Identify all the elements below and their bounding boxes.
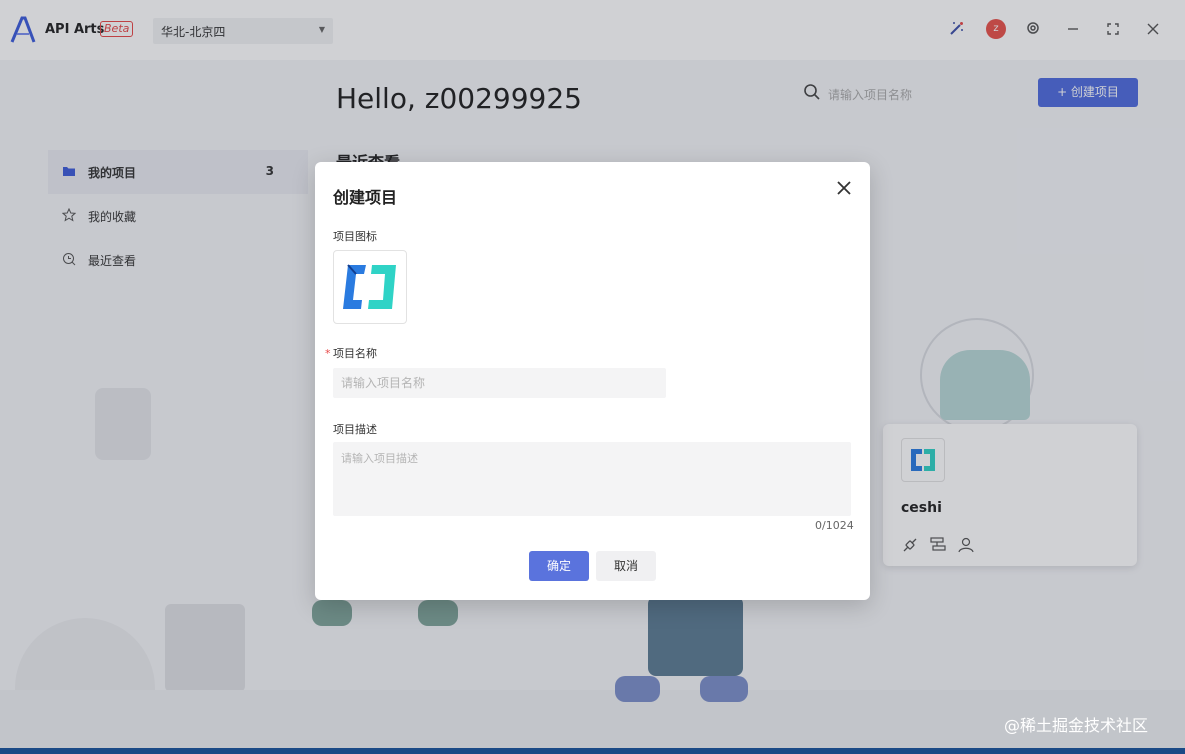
app-window: API Arts Beta 华北-北京四 ▼ z Hello, z0029992…: [0, 0, 1185, 748]
watermark-text: @稀土掘金技术社区: [1004, 716, 1149, 735]
cancel-button[interactable]: 取消: [596, 551, 656, 581]
close-icon[interactable]: [834, 178, 854, 198]
description-field-label: 项目描述: [333, 423, 377, 436]
project-description-input[interactable]: [333, 442, 851, 516]
name-field-label: 项目名称: [333, 347, 377, 360]
project-name-input[interactable]: [333, 368, 666, 398]
project-icon-picker[interactable]: [333, 250, 407, 324]
icon-field-label: 项目图标: [333, 230, 377, 243]
required-mark: *: [325, 347, 331, 360]
create-project-dialog: 创建项目 项目图标 * 项目名称 项目描述 0/1024 确定 取消: [315, 162, 870, 600]
dialog-title: 创建项目: [333, 188, 398, 207]
char-counter: 0/1024: [815, 519, 854, 532]
project-logo-icon: [343, 264, 396, 309]
confirm-button[interactable]: 确定: [529, 551, 589, 581]
